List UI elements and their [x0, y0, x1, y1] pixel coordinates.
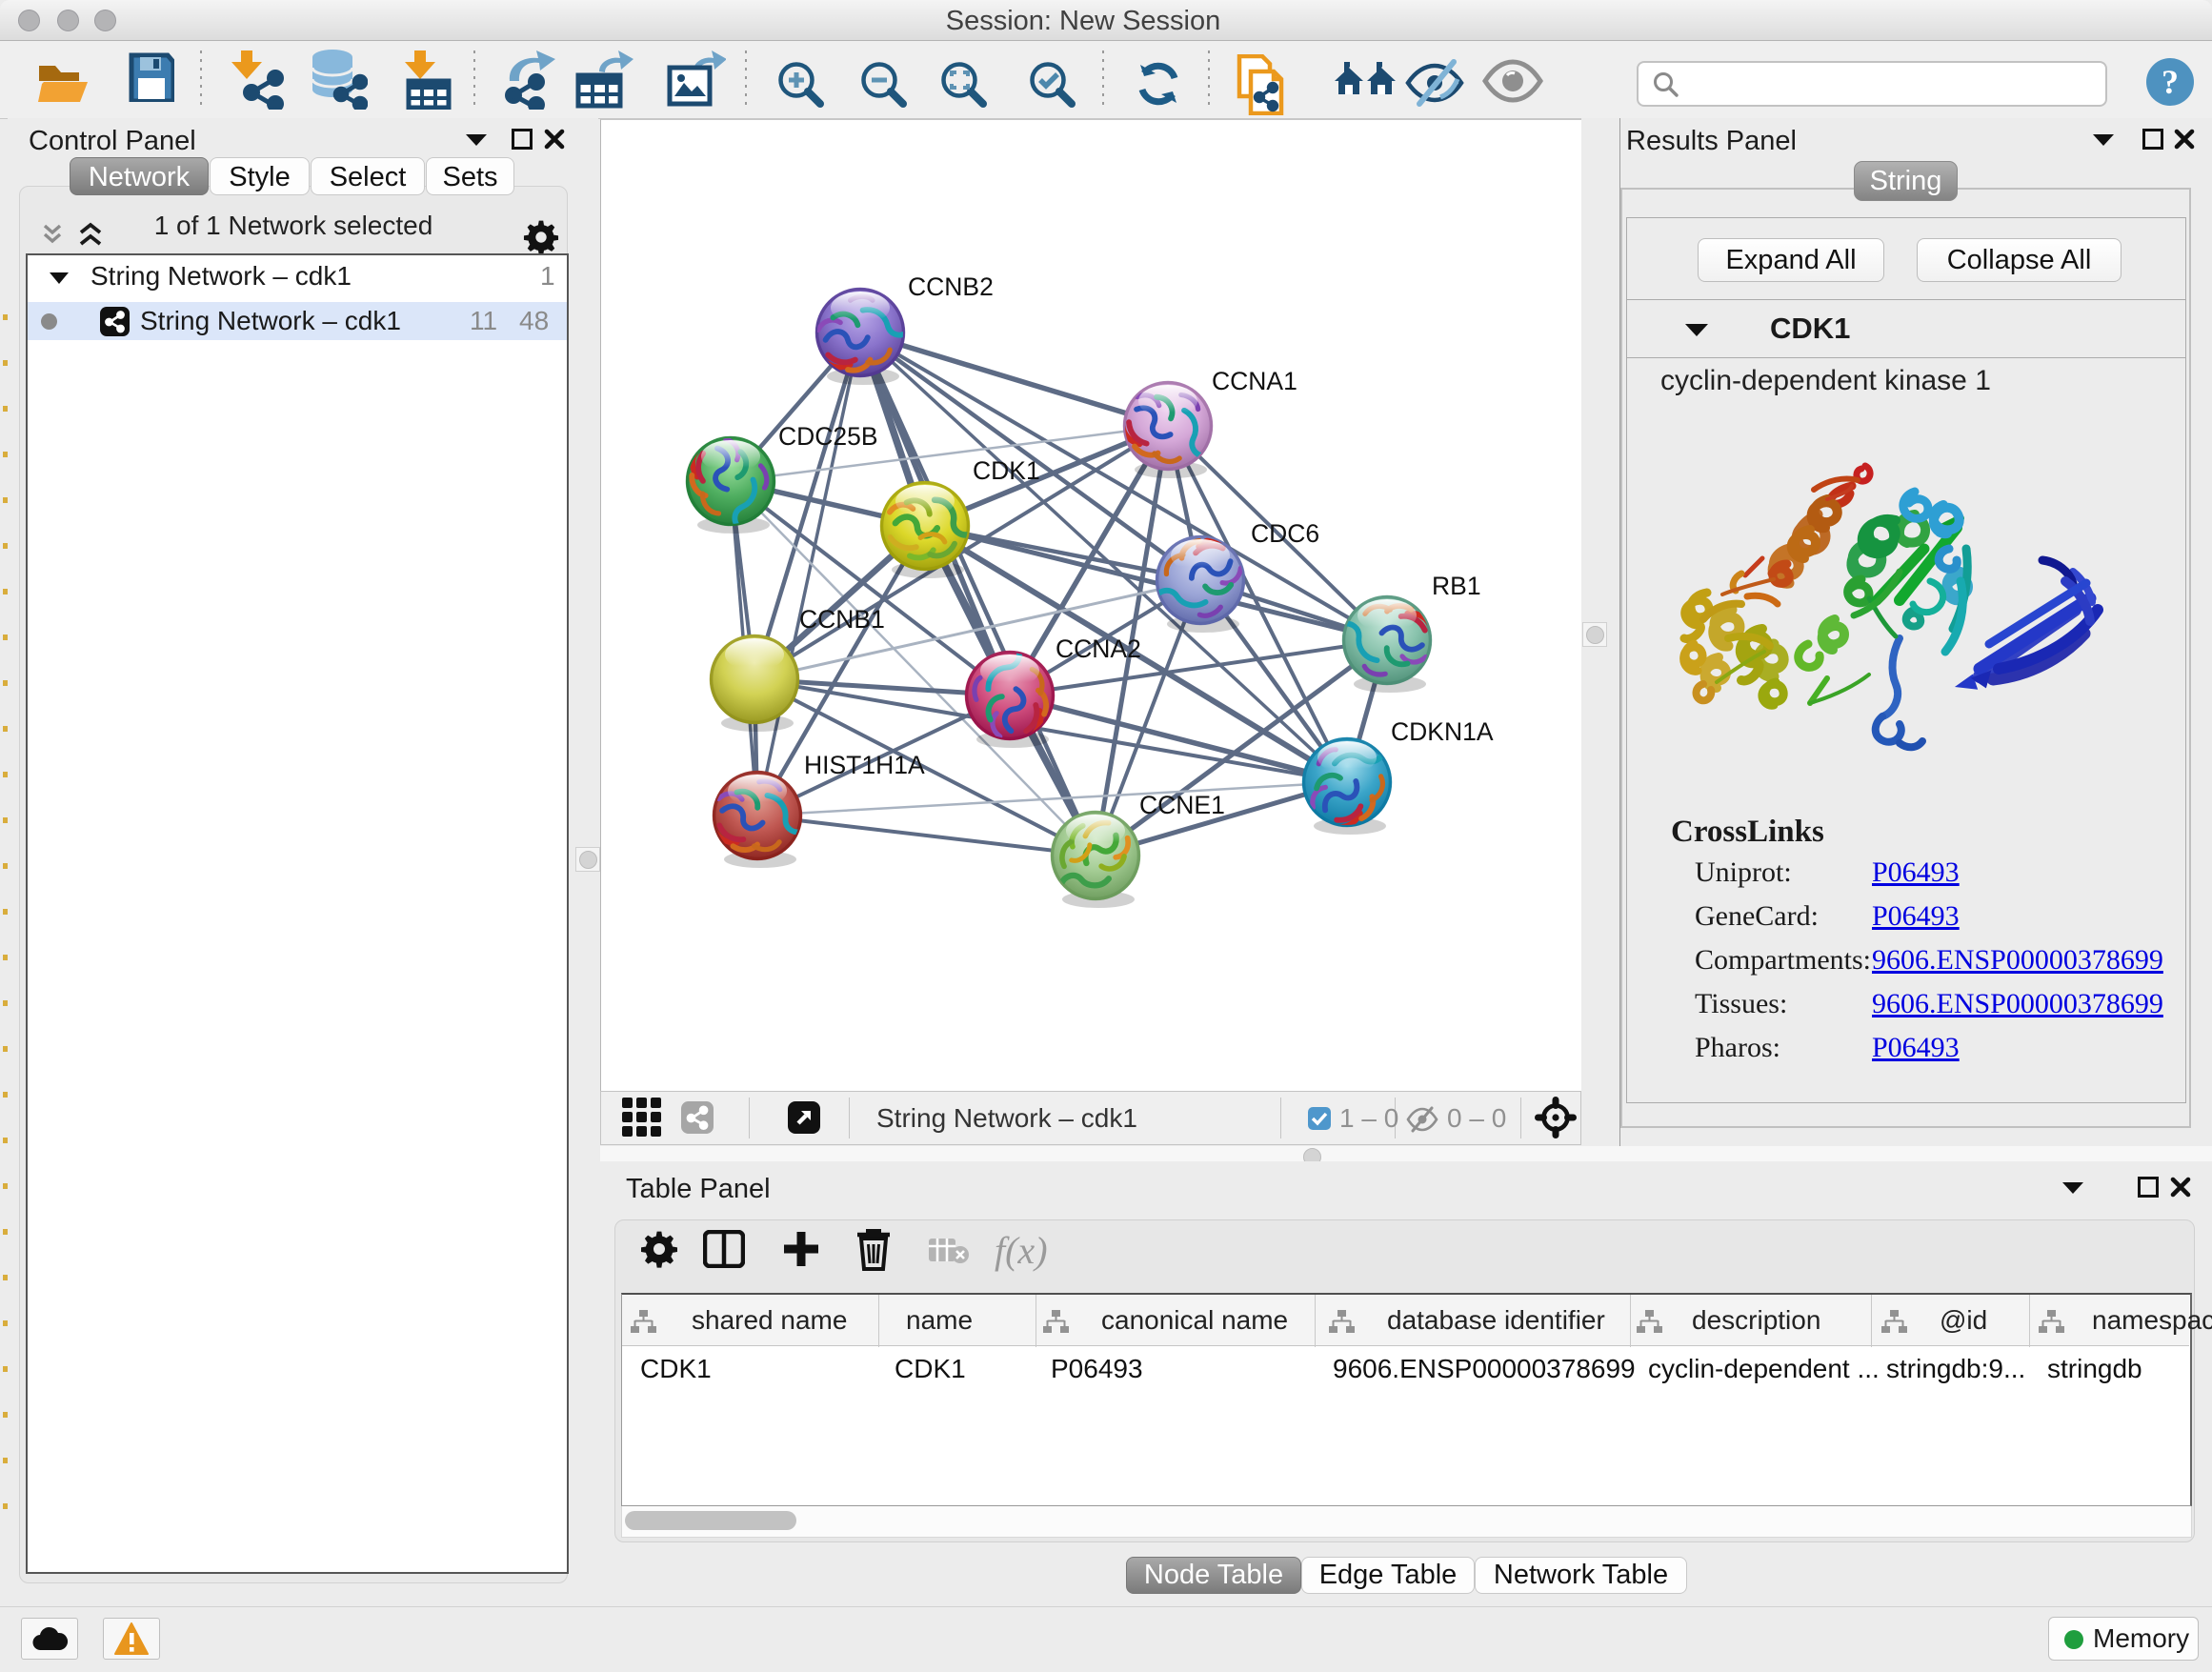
svg-text:CCNA2: CCNA2	[1056, 635, 1141, 663]
svg-text:CDKN1A: CDKN1A	[1391, 717, 1494, 746]
svg-text:CCNA1: CCNA1	[1212, 367, 1297, 395]
svg-text:?: ?	[2162, 63, 2179, 101]
svg-text:RB1: RB1	[1432, 572, 1481, 600]
svg-text:CDC6: CDC6	[1251, 519, 1319, 548]
svg-text:CCNB2: CCNB2	[908, 272, 994, 301]
svg-text:CDC25B: CDC25B	[778, 422, 878, 451]
svg-text:CDK1: CDK1	[973, 456, 1040, 485]
svg-text:HIST1H1A: HIST1H1A	[804, 751, 925, 779]
svg-text:CCNE1: CCNE1	[1139, 791, 1225, 819]
svg-text:CCNB1: CCNB1	[799, 605, 885, 634]
